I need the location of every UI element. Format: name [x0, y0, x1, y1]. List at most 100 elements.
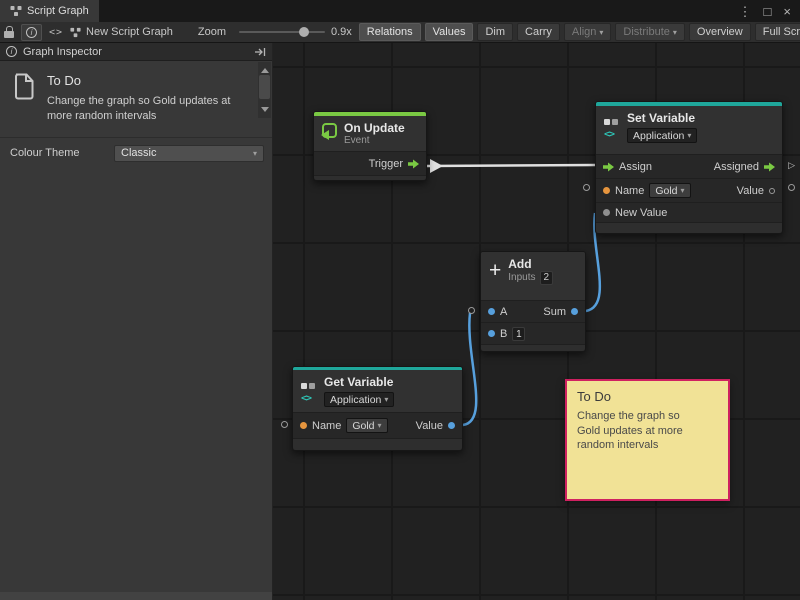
colour-theme-row: Colour Theme Classic	[0, 138, 272, 169]
sum-output-port[interactable]	[571, 308, 578, 315]
get-variable-node[interactable]: Get Variable Application Name Gold Value	[292, 366, 463, 451]
overview-button[interactable]: Overview	[689, 23, 751, 41]
scroll-down-icon[interactable]	[261, 107, 269, 116]
new-value-input-port[interactable]	[603, 209, 610, 216]
value-port-label: Value	[416, 420, 443, 432]
variable-scope-dropdown[interactable]: Application	[627, 128, 697, 143]
window-controls: ⋮ □ ×	[739, 0, 800, 22]
name-port-label: Name	[312, 420, 341, 432]
zoom-value: 0.9x	[331, 26, 352, 38]
on-update-node[interactable]: On Update Event Trigger	[313, 111, 427, 181]
assign-input-port[interactable]	[603, 162, 614, 172]
b-port-row: B 1	[481, 322, 585, 344]
zoom-slider[interactable]	[239, 31, 325, 33]
new-value-port-label: New Value	[615, 207, 667, 219]
close-icon[interactable]: ×	[783, 5, 791, 18]
fullscreen-button[interactable]: Full Screen	[755, 23, 800, 41]
connection-value-to-a[interactable]	[463, 313, 476, 425]
scroll-up-icon[interactable]	[261, 64, 269, 73]
tab-bar: Script Graph ⋮ □ ×	[0, 0, 800, 22]
node-title: On Update	[344, 121, 405, 135]
b-port-label: B	[500, 328, 507, 340]
a-sum-port-row: A Sum	[481, 300, 585, 322]
add-node[interactable]: Add Inputs 2 A Sum B	[480, 251, 586, 352]
trigger-port-row: Trigger	[314, 151, 426, 175]
assigned-output-port[interactable]	[764, 162, 775, 172]
set-variable-node[interactable]: Set Variable Application Assign Assigned…	[595, 101, 783, 234]
new-value-port-row: New Value	[596, 202, 782, 222]
b-input-port[interactable]	[488, 330, 495, 337]
assigned-outer-port[interactable]	[788, 161, 795, 170]
carry-button[interactable]: Carry	[517, 23, 560, 41]
node-footer	[596, 222, 782, 233]
add-icon	[489, 260, 501, 281]
node-title: Get Variable	[324, 375, 394, 389]
inspector-info-icon	[6, 46, 17, 57]
maximize-icon[interactable]: □	[764, 5, 772, 18]
sticky-note-body: Change the graph so Gold updates at more…	[577, 409, 699, 453]
variable-icon	[604, 112, 620, 140]
value-outer-port[interactable]	[788, 184, 795, 191]
graph-canvas[interactable]: On Update Event Trigger	[273, 43, 800, 600]
node-title: Add	[508, 257, 553, 271]
a-port-label: A	[500, 306, 507, 318]
b-value-field[interactable]: 1	[512, 327, 525, 341]
inspector-title: Graph Inspector	[23, 46, 102, 58]
name-input-port[interactable]	[300, 422, 307, 429]
variable-name-dropdown[interactable]: Gold	[649, 183, 690, 198]
inputs-count-field[interactable]: 2	[540, 271, 554, 285]
distribute-dropdown-button[interactable]: Distribute	[615, 23, 684, 41]
zoom-slider-handle[interactable]	[299, 27, 309, 37]
value-port-label: Value	[737, 185, 764, 197]
graph-inspector-header: Graph Inspector	[0, 43, 272, 61]
dock-icon[interactable]	[255, 47, 266, 57]
value-output-port[interactable]	[448, 422, 455, 429]
name-outer-port[interactable]	[583, 184, 590, 191]
values-button[interactable]: Values	[425, 23, 474, 41]
scrollbar-thumb[interactable]	[259, 75, 270, 99]
align-dropdown-button[interactable]: Align	[564, 23, 611, 41]
relations-button[interactable]: Relations	[359, 23, 421, 41]
assigned-port-label: Assigned	[714, 161, 759, 173]
tab-script-graph[interactable]: Script Graph	[0, 0, 99, 22]
trigger-output-port[interactable]	[408, 159, 419, 169]
node-subtitle: Inputs	[508, 272, 535, 284]
node-title: Set Variable	[627, 111, 697, 125]
todo-title: To Do	[47, 73, 253, 88]
sticky-note[interactable]: To Do Change the graph so Gold updates a…	[565, 379, 730, 501]
inspector-toggle-button[interactable]	[21, 24, 42, 41]
note-page-icon	[12, 73, 35, 100]
new-script-graph-button[interactable]: New Script Graph	[70, 26, 173, 38]
name-input-port[interactable]	[603, 187, 610, 194]
variable-name-dropdown[interactable]: Gold	[346, 418, 387, 433]
inspector-scrollbar[interactable]	[258, 62, 271, 118]
menu-icon[interactable]: ⋮	[739, 5, 752, 18]
lock-icon[interactable]	[4, 26, 14, 38]
dim-button[interactable]: Dim	[477, 23, 513, 41]
node-subtitle: Event	[344, 135, 405, 147]
script-graph-window: Script Graph ⋮ □ × <> New Script Graph Z…	[0, 0, 800, 600]
name-value-port-row: Name Gold Value	[596, 178, 782, 202]
graph-inspector-panel: Graph Inspector To Do Change the graph s…	[0, 43, 273, 600]
todo-section: To Do Change the graph so Gold updates a…	[0, 61, 272, 135]
a-outer-port[interactable]	[468, 307, 475, 314]
name-value-port-row: Name Gold Value	[293, 412, 462, 438]
script-graph-icon	[10, 5, 22, 17]
info-icon	[26, 27, 37, 38]
inspector-horizontal-scrollbar[interactable]	[0, 592, 272, 600]
variable-scope-dropdown[interactable]: Application	[324, 392, 394, 407]
node-footer	[293, 438, 462, 450]
value-output-port[interactable]	[769, 188, 775, 194]
name-outer-port[interactable]	[281, 421, 288, 428]
colour-theme-dropdown[interactable]: Classic	[114, 145, 264, 162]
toolbar-button-group: Relations Values Dim Carry Align Distrib…	[359, 23, 800, 41]
a-input-port[interactable]	[488, 308, 495, 315]
graph-toolbar: <> New Script Graph Zoom 0.9x Relations …	[0, 22, 800, 43]
colour-theme-label: Colour Theme	[10, 147, 114, 159]
code-icon[interactable]: <>	[49, 27, 63, 38]
on-update-icon	[322, 123, 337, 138]
new-graph-icon	[70, 27, 81, 38]
tab-title: Script Graph	[27, 5, 89, 17]
connection-trigger-assign[interactable]	[427, 165, 595, 166]
name-port-label: Name	[615, 185, 644, 197]
